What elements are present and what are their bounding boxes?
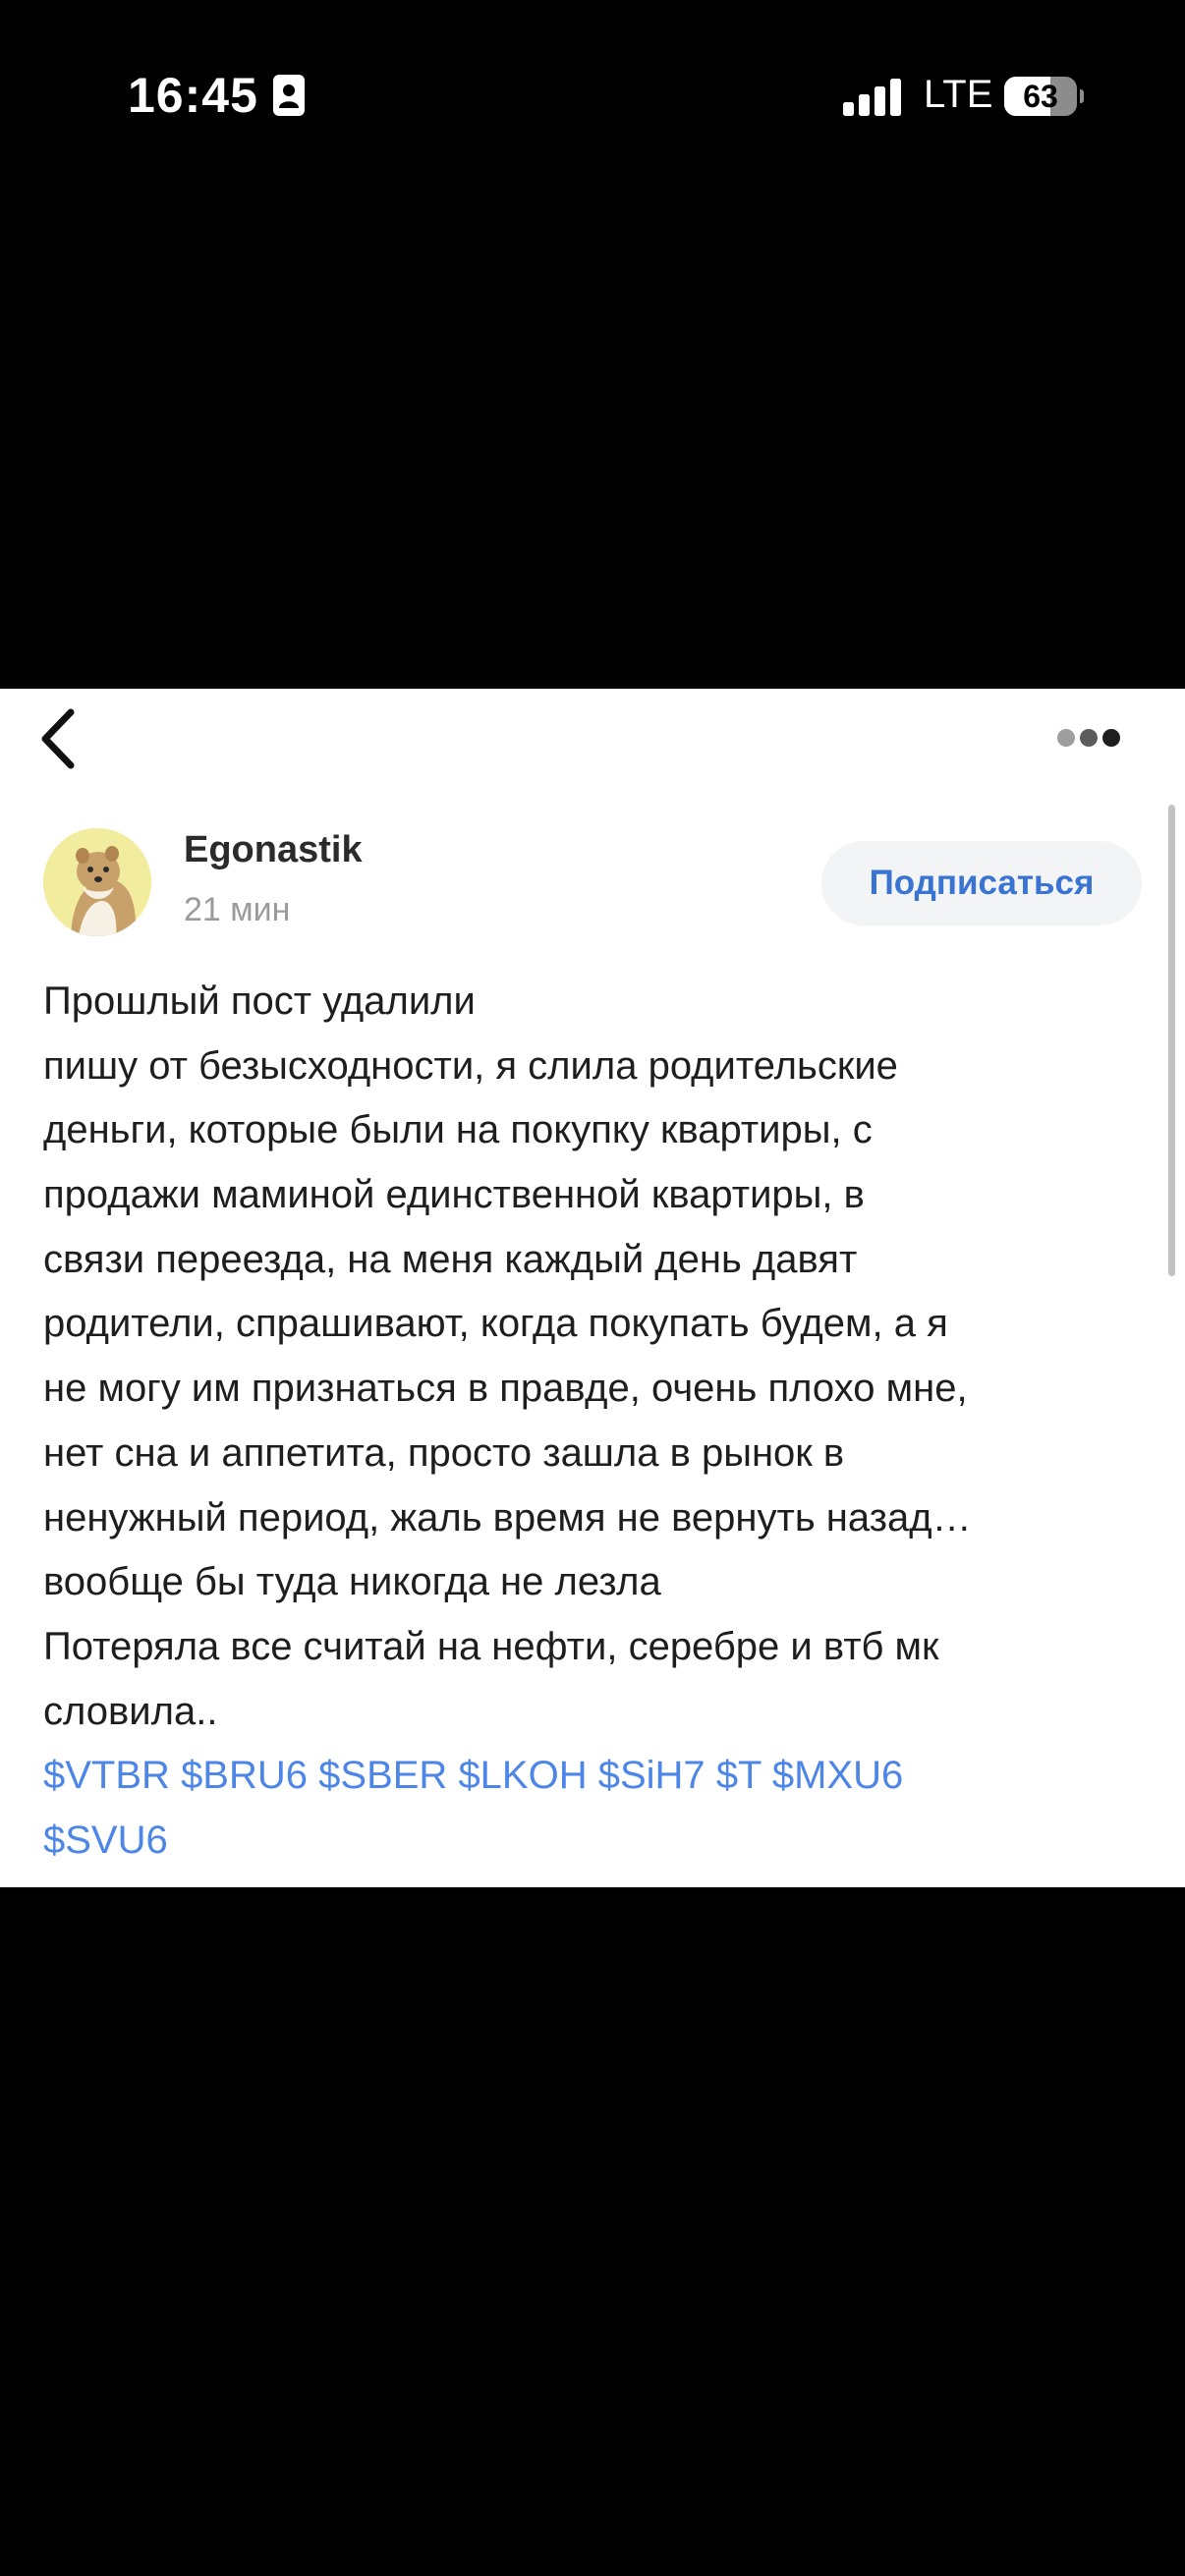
scrollbar[interactable]	[1168, 805, 1175, 1276]
post-card: Egonastik 21 мин Подписаться Прошлый пос…	[0, 689, 1185, 1887]
chevron-left-icon[interactable]	[33, 704, 88, 773]
ticker-line: $VTBR $BRU6 $SBER $LKOH $SiH7 $T $MXU6	[43, 1744, 1163, 1809]
cellular-signal-icon	[843, 79, 901, 116]
post-text-line: не могу им признаться в правде, очень пл…	[43, 1367, 968, 1411]
status-bar: 16:45 LTE 63	[0, 0, 1185, 196]
status-time: 16:45	[128, 68, 258, 123]
post-text-line: связи переезда, на меня каждый день давя…	[43, 1237, 858, 1281]
more-dots-icon[interactable]	[1055, 726, 1122, 750]
ticker-link-mxu6[interactable]: $MXU6	[772, 1754, 903, 1797]
ticker-line: $SVU6	[43, 1809, 1163, 1874]
ticker-link-t[interactable]: $T	[716, 1754, 762, 1797]
post-text-line: Потеряла все считай на нефти, серебре и …	[43, 1624, 939, 1668]
weasel-avatar-icon	[43, 828, 151, 936]
ticker-link-sber[interactable]: $SBER	[318, 1754, 447, 1797]
post-text-line: Прошлый пост удалили	[43, 980, 476, 1023]
post-text-line: родители, спрашивают, когда покупать буд…	[43, 1302, 948, 1346]
battery-level: 63	[1023, 79, 1058, 114]
post-timestamp: 21 мин	[184, 891, 291, 928]
post-body: Прошлый пост удалили пишу от безысходнос…	[43, 970, 1163, 1874]
ticker-link-sih7[interactable]: $SiH7	[598, 1754, 705, 1797]
battery-icon: 63	[1004, 77, 1084, 116]
post-text-line: ненужный период, жаль время не вернуть н…	[43, 1495, 972, 1540]
subscribe-button[interactable]: Подписаться	[821, 841, 1142, 925]
network-type: LTE	[924, 73, 993, 116]
person-card-icon	[273, 75, 305, 116]
post-text-line: словила..	[43, 1689, 218, 1733]
ticker-link-vtbr[interactable]: $VTBR	[43, 1754, 170, 1797]
avatar[interactable]	[43, 828, 151, 936]
post-text-line: нет сна и аппетита, просто зашла в рынок…	[43, 1430, 845, 1475]
author-name[interactable]: Egonastik	[184, 829, 363, 871]
post-text-line: пишу от безысходности, я слила родительс…	[43, 1043, 898, 1088]
ticker-link-svu6[interactable]: $SVU6	[43, 1819, 168, 1862]
post-text-line: продажи маминой единственной квартиры, в	[43, 1173, 865, 1217]
ticker-link-lkoh[interactable]: $LKOH	[458, 1754, 587, 1797]
ticker-link-bru6[interactable]: $BRU6	[181, 1754, 308, 1797]
post-text-line: вообще бы туда никогда не лезла	[43, 1560, 661, 1604]
post-text-line: деньги, которые были на покупку квартиры…	[43, 1108, 873, 1152]
